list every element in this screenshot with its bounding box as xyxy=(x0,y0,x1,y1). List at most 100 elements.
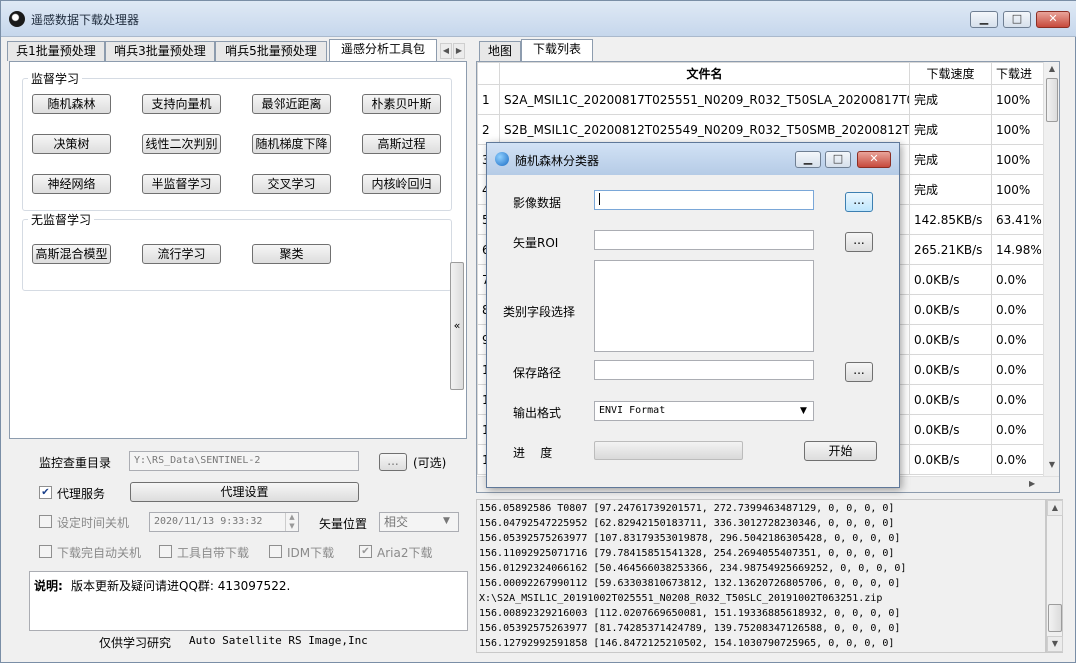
class-field-list[interactable] xyxy=(594,260,814,352)
save-path-label: 保存路径 xyxy=(513,366,562,380)
row-speed: 142.85KB/s xyxy=(909,204,992,235)
image-browse-button[interactable]: ... xyxy=(845,192,873,212)
lda-qda-button[interactable]: 线性二次判别 xyxy=(142,134,221,154)
tab-rs-toolkit[interactable]: 遥感分析工具包 xyxy=(329,39,437,62)
random-forest-button[interactable]: 随机森林 xyxy=(32,94,111,114)
shutdown-checkbox[interactable] xyxy=(39,515,52,528)
main-window: 遥感数据下载处理器 ▁ □ ✕ 兵1批量预处理 哨兵3批量预处理 哨兵5批量预处… xyxy=(0,0,1076,663)
dialog-maximize-button[interactable]: □ xyxy=(825,151,851,168)
table-scroll-thumb[interactable] xyxy=(1046,78,1058,122)
table-header: 文件名 下载速度 下载进 xyxy=(477,62,1054,85)
log-vscrollbar[interactable]: ▲ ▼ xyxy=(1046,499,1063,653)
progress-bar xyxy=(594,441,743,460)
shutdown-label: 设定时间关机 xyxy=(57,516,130,530)
start-button[interactable]: 开始 xyxy=(804,441,877,461)
collapse-handle[interactable]: « xyxy=(450,262,464,390)
row-speed: 0.0KB/s xyxy=(909,264,992,295)
log-line: 156.05892586 T0807 [97.24761739201571, 2… xyxy=(479,503,895,514)
row-speed: 0.0KB/s xyxy=(909,324,992,355)
format-chevron-down-icon: ▼ xyxy=(800,406,807,416)
minimize-button[interactable]: ▁ xyxy=(970,11,998,28)
scroll-up-icon[interactable]: ▲ xyxy=(1044,64,1059,73)
dialog-close-button[interactable]: ✕ xyxy=(857,151,891,168)
tab-map[interactable]: 地图 xyxy=(479,41,521,61)
svm-button[interactable]: 支持向量机 xyxy=(142,94,221,114)
kernel-ridge-button[interactable]: 内核岭回归 xyxy=(362,174,441,194)
cluster-button[interactable]: 聚类 xyxy=(252,244,331,264)
footer-left: 仅供学习研究 xyxy=(99,636,172,650)
header-index[interactable] xyxy=(477,62,500,85)
sgd-button[interactable]: 随机梯度下降 xyxy=(252,134,331,154)
naive-bayes-button[interactable]: 朴素贝叶斯 xyxy=(362,94,441,114)
header-speed[interactable]: 下载速度 xyxy=(909,62,992,85)
save-browse-button[interactable]: ... xyxy=(845,362,873,382)
tab-sentinel3[interactable]: 哨兵3批量预处理 xyxy=(105,41,215,61)
log-line: 156.00892329216003 [112.0207669650081, 1… xyxy=(479,608,901,619)
tab-download-list[interactable]: 下载列表 xyxy=(521,39,593,62)
log-scroll-up-icon[interactable]: ▲ xyxy=(1047,500,1063,516)
auto-shutdown-label: 下载完自动关机 xyxy=(57,546,142,560)
log-scroll-down-icon[interactable]: ▼ xyxy=(1047,636,1063,652)
unsupervised-title: 无监督学习 xyxy=(28,211,95,228)
monitor-label: 监控查重目录 xyxy=(39,456,112,470)
gmm-button[interactable]: 高斯混合模型 xyxy=(32,244,111,264)
row-index: 2 xyxy=(477,114,500,145)
row-speed: 完成 xyxy=(909,144,992,175)
optional-label: (可选) xyxy=(413,456,447,470)
monitor-path-field[interactable]: Y:\RS_Data\SENTINEL-2 xyxy=(129,451,359,471)
time-spinner-icon[interactable]: ▲ ▼ xyxy=(285,513,298,531)
tab-sentinel1[interactable]: 兵1批量预处理 xyxy=(7,41,105,61)
tab-sentinel5[interactable]: 哨兵5批量预处理 xyxy=(215,41,327,61)
idm-checkbox[interactable] xyxy=(269,545,282,558)
maximize-button[interactable]: □ xyxy=(1003,11,1031,28)
table-row[interactable]: 1 S2A_MSIL1C_20200817T025551_N0209_R032_T… xyxy=(477,84,1054,115)
tab-scroll-right-icon[interactable]: ▶ xyxy=(453,43,465,59)
vector-browse-button[interactable]: ... xyxy=(845,232,873,252)
app-icon xyxy=(9,11,25,27)
random-forest-dialog: 随机森林分类器 ▁ □ ✕ 影像数据 ... 矢量ROI ... 类别字段选择 … xyxy=(486,142,900,488)
output-format-select[interactable]: ENVI Format xyxy=(594,401,814,421)
table-vscrollbar[interactable]: ▲ ▼ xyxy=(1043,62,1059,476)
log-line: 156.05392575263977 [81.74285371424789, 1… xyxy=(479,623,901,634)
note-label: 说明: xyxy=(34,579,63,593)
cross-learning-button[interactable]: 交叉学习 xyxy=(252,174,331,194)
header-filename[interactable]: 文件名 xyxy=(499,62,910,85)
neural-network-button[interactable]: 神经网络 xyxy=(32,174,111,194)
idm-label: IDM下载 xyxy=(287,546,335,560)
proxy-checkbox[interactable]: ✔ xyxy=(39,486,52,499)
scroll-down-icon[interactable]: ▼ xyxy=(1044,460,1059,469)
scroll-right-icon[interactable]: ▶ xyxy=(1029,479,1035,488)
shutdown-time-field[interactable]: 2020/11/13 9:33:32 xyxy=(149,512,299,532)
title-bar: 遥感数据下载处理器 ▁ □ ✕ xyxy=(1,1,1076,37)
proxy-settings-button[interactable]: 代理设置 xyxy=(130,482,359,502)
dialog-minimize-button[interactable]: ▁ xyxy=(795,151,821,168)
manifold-button[interactable]: 流行学习 xyxy=(142,244,221,264)
gaussian-process-button[interactable]: 高斯过程 xyxy=(362,134,441,154)
aria2-checkbox[interactable]: ✔ xyxy=(359,545,372,558)
row-speed: 0.0KB/s xyxy=(909,354,992,385)
table-row[interactable]: 2 S2B_MSIL1C_20200812T025549_N0209_R032_T… xyxy=(477,114,1054,145)
row-index: 1 xyxy=(477,84,500,115)
tab-scroll-left-icon[interactable]: ◀ xyxy=(440,43,452,59)
builtin-download-checkbox[interactable] xyxy=(159,545,172,558)
min-distance-button[interactable]: 最邻近距离 xyxy=(252,94,331,114)
row-speed: 0.0KB/s xyxy=(909,294,992,325)
semi-supervised-button[interactable]: 半监督学习 xyxy=(142,174,221,194)
monitor-browse-button[interactable]: ... xyxy=(379,453,407,471)
decision-tree-button[interactable]: 决策树 xyxy=(32,134,111,154)
row-speed: 0.0KB/s xyxy=(909,444,992,475)
image-data-field[interactable] xyxy=(594,190,814,210)
progress-label: 进 度 xyxy=(513,446,553,460)
close-button[interactable]: ✕ xyxy=(1036,11,1070,28)
log-line: 156.06092619895935 [52.528867498469076, … xyxy=(479,651,1045,652)
save-path-field[interactable] xyxy=(594,360,814,380)
row-speed: 0.0KB/s xyxy=(909,414,992,445)
aria2-label: Aria2下载 xyxy=(377,546,433,560)
auto-shutdown-checkbox[interactable] xyxy=(39,545,52,558)
row-speed: 0.0KB/s xyxy=(909,384,992,415)
output-format-label: 输出格式 xyxy=(513,406,562,420)
vector-position-label: 矢量位置 xyxy=(319,517,368,531)
log-line: X:\S2A_MSIL1C_20191002T025551_N0208_R032… xyxy=(479,593,883,604)
vector-roi-field[interactable] xyxy=(594,230,814,250)
log-scroll-thumb[interactable] xyxy=(1048,604,1062,632)
